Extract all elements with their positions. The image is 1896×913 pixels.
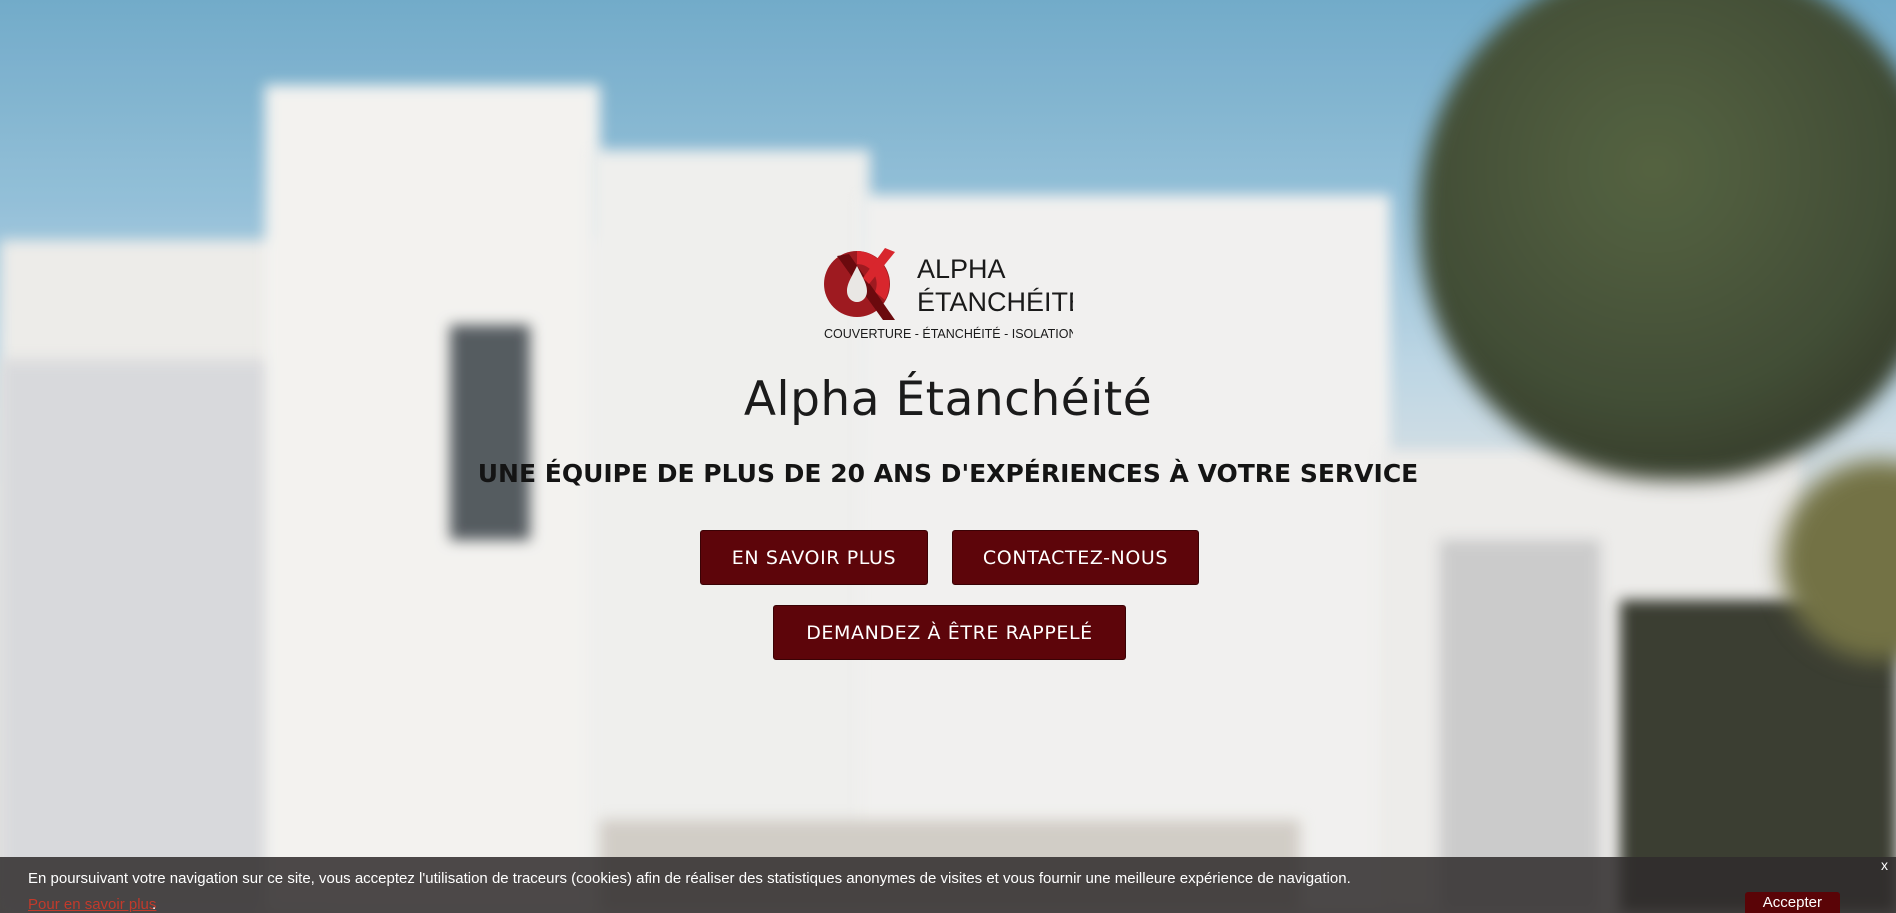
contact-button[interactable]: CONTACTEZ-NOUS [952, 530, 1199, 585]
hero-section: ALPHA ÉTANCHÉITÉ COUVERTURE - ÉTANCHÉITÉ… [0, 0, 1896, 913]
cookie-banner: En poursuivant votre navigation sur ce s… [0, 857, 1896, 913]
hero-tagline: UNE ÉQUIPE DE PLUS DE 20 ANS D'EXPÉRIENC… [477, 459, 1419, 488]
logo-name-line1: ALPHA [917, 254, 1006, 284]
learn-more-button[interactable]: EN SAVOIR PLUS [700, 530, 928, 585]
request-callback-button[interactable]: DEMANDEZ À ÊTRE RAPPELÉ [773, 605, 1126, 660]
cookie-close-icon[interactable]: x [1881, 857, 1888, 873]
page-title: Alpha Étanchéité [743, 372, 1153, 427]
cookie-accept-button[interactable]: Accepter [1744, 892, 1840, 913]
logo-name-line2: ÉTANCHÉITÉ [917, 287, 1073, 317]
logo-subtitle: COUVERTURE - ÉTANCHÉITÉ - ISOLATION [824, 326, 1073, 341]
cookie-trailing-punct: . [152, 896, 157, 913]
cookie-message: En poursuivant votre navigation sur ce s… [28, 870, 1351, 887]
cookie-learn-more-link[interactable]: Pour en savoir plus [28, 896, 156, 913]
company-logo[interactable]: ALPHA ÉTANCHÉITÉ COUVERTURE - ÉTANCHÉITÉ… [823, 248, 1073, 344]
